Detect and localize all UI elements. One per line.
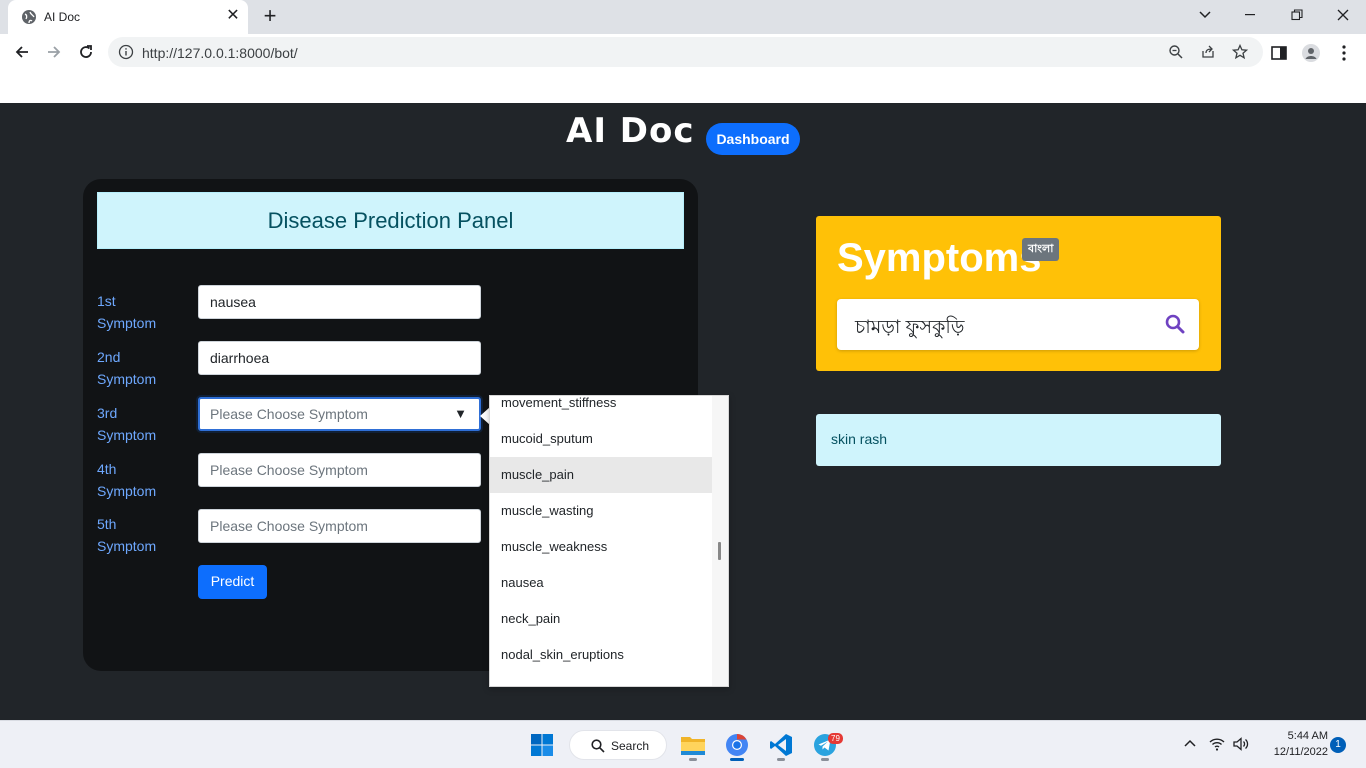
- dropdown-option[interactable]: nodal_skin_eruptions: [490, 637, 712, 673]
- symptom-label-1: 1st Symptom: [97, 290, 187, 334]
- profile-avatar-icon[interactable]: [1302, 44, 1320, 62]
- windows-taskbar: Search 5:44 AM 12/11/2022 1: [0, 720, 1366, 768]
- telegram-unread-badge: 79: [828, 733, 843, 744]
- symptom-label-word: Symptom: [97, 427, 157, 443]
- tab-search-icon[interactable]: [1182, 0, 1228, 30]
- share-icon[interactable]: [1200, 44, 1216, 60]
- scrollbar-thumb[interactable]: [718, 542, 721, 560]
- symptom-label-word: Symptom: [97, 538, 157, 554]
- bangla-language-badge[interactable]: বাংলা: [1022, 238, 1060, 261]
- globe-icon: [22, 10, 36, 24]
- chrome-icon[interactable]: [719, 727, 755, 763]
- symptom-select-5[interactable]: Please Choose Symptom: [198, 509, 481, 543]
- app-active-indicator: [730, 758, 744, 761]
- close-tab-icon[interactable]: ✕: [224, 7, 242, 25]
- symptom-input-2[interactable]: diarrhoea: [198, 341, 481, 375]
- symptom-label-word: Symptom: [97, 483, 157, 499]
- dropdown-option[interactable]: muscle_wasting: [490, 493, 712, 529]
- dropdown-scrollbar[interactable]: [712, 396, 728, 686]
- restore-icon[interactable]: [1274, 0, 1320, 30]
- notification-badge[interactable]: 1: [1330, 737, 1346, 753]
- page-top-strip: [0, 70, 1366, 103]
- dropdown-option[interactable]: muscle_weakness: [490, 529, 712, 565]
- app-running-indicator: [777, 758, 785, 761]
- search-icon: [591, 739, 605, 753]
- clock-date[interactable]: 12/11/2022: [1260, 746, 1328, 758]
- clock-time[interactable]: 5:44 AM: [1268, 730, 1328, 742]
- dropdown-caret-icon[interactable]: ▼: [454, 399, 467, 429]
- symptom-input-1[interactable]: nausea: [198, 285, 481, 319]
- taskbar-search[interactable]: Search: [569, 730, 667, 760]
- predict-button[interactable]: Predict: [198, 565, 267, 599]
- symptom-select-4[interactable]: Please Choose Symptom: [198, 453, 481, 487]
- browser-tab[interactable]: AI Doc ✕: [8, 0, 248, 34]
- symptom-dropdown-list[interactable]: movement_stiffness mucoid_sputum muscle_…: [489, 395, 729, 687]
- search-value: চামড়া ফুসকুড়ি: [855, 317, 965, 338]
- panel-title: Disease Prediction Panel: [267, 208, 514, 233]
- dashboard-button[interactable]: Dashboard: [706, 123, 800, 155]
- file-explorer-icon[interactable]: [675, 727, 711, 763]
- symptoms-title: Symptoms: [837, 236, 1042, 280]
- dropdown-option-highlighted[interactable]: muscle_pain: [490, 457, 712, 493]
- address-bar[interactable]: http://127.0.0.1:8000/bot/: [108, 37, 1263, 67]
- back-arrow-icon[interactable]: [8, 38, 36, 66]
- taskbar-search-label: Search: [611, 739, 650, 753]
- show-hidden-icons-chevron-icon[interactable]: [1181, 735, 1199, 753]
- symptom-label-5: 5th Symptom: [97, 513, 187, 557]
- panel-header: Disease Prediction Panel: [97, 192, 684, 249]
- symptom-label-ordinal: 3rd: [97, 405, 118, 421]
- url-text: http://127.0.0.1:8000/bot/: [142, 45, 298, 61]
- wifi-icon[interactable]: [1208, 735, 1226, 753]
- symptom-label-2: 2nd Symptom: [97, 346, 187, 390]
- dropdown-option[interactable]: mucoid_sputum: [490, 421, 712, 457]
- dropdown-option[interactable]: movement_stiffness: [490, 396, 712, 421]
- close-window-icon[interactable]: [1320, 0, 1366, 30]
- minimize-icon[interactable]: [1228, 0, 1274, 30]
- forward-arrow-icon[interactable]: [40, 38, 68, 66]
- symptom-label-3: 3rd Symptom: [97, 402, 187, 446]
- symptom-label-ordinal: 1st: [97, 293, 116, 309]
- symptom-search-input[interactable]: চামড়া ফুসকুড়ি: [837, 299, 1199, 350]
- symptom-label-word: Symptom: [97, 315, 157, 331]
- more-menu-icon[interactable]: [1335, 44, 1353, 62]
- volume-icon[interactable]: [1232, 735, 1250, 753]
- translation-result: skin rash: [816, 414, 1221, 466]
- browser-tab-strip: AI Doc ✕ +: [0, 0, 1366, 34]
- tab-title: AI Doc: [44, 10, 81, 24]
- browser-toolbar: http://127.0.0.1:8000/bot/: [0, 34, 1366, 70]
- brand-title: AI Doc: [566, 111, 695, 151]
- app-running-indicator: [821, 758, 829, 761]
- symptom-placeholder: Please Choose Symptom: [210, 406, 368, 422]
- windows-start-icon[interactable]: [524, 727, 560, 763]
- side-panel-icon[interactable]: [1270, 44, 1288, 62]
- dropdown-option[interactable]: neck_pain: [490, 601, 712, 637]
- symptom-label-word: Symptom: [97, 371, 157, 387]
- zoom-icon[interactable]: [1168, 44, 1184, 60]
- dropdown-option[interactable]: nausea: [490, 565, 712, 601]
- new-tab-button[interactable]: +: [258, 4, 282, 28]
- site-info-icon[interactable]: [118, 44, 134, 60]
- page-body: AI Doc Dashboard Disease Prediction Pane…: [0, 103, 1366, 720]
- symptom-select-3[interactable]: Please Choose Symptom ▼: [198, 397, 481, 431]
- symptom-label-4: 4th Symptom: [97, 458, 187, 502]
- result-text: skin rash: [831, 431, 888, 447]
- bookmark-star-icon[interactable]: [1232, 44, 1248, 60]
- symptom-label-ordinal: 2nd: [97, 349, 121, 365]
- symptom-label-ordinal: 5th: [97, 516, 117, 532]
- reload-icon[interactable]: [72, 38, 100, 66]
- symptoms-card: Symptoms বাংলা চামড়া ফুসকুড়ি: [816, 216, 1221, 371]
- search-icon[interactable]: [1165, 314, 1185, 334]
- vscode-icon[interactable]: [763, 727, 799, 763]
- app-running-indicator: [689, 758, 697, 761]
- symptom-label-ordinal: 4th: [97, 461, 117, 477]
